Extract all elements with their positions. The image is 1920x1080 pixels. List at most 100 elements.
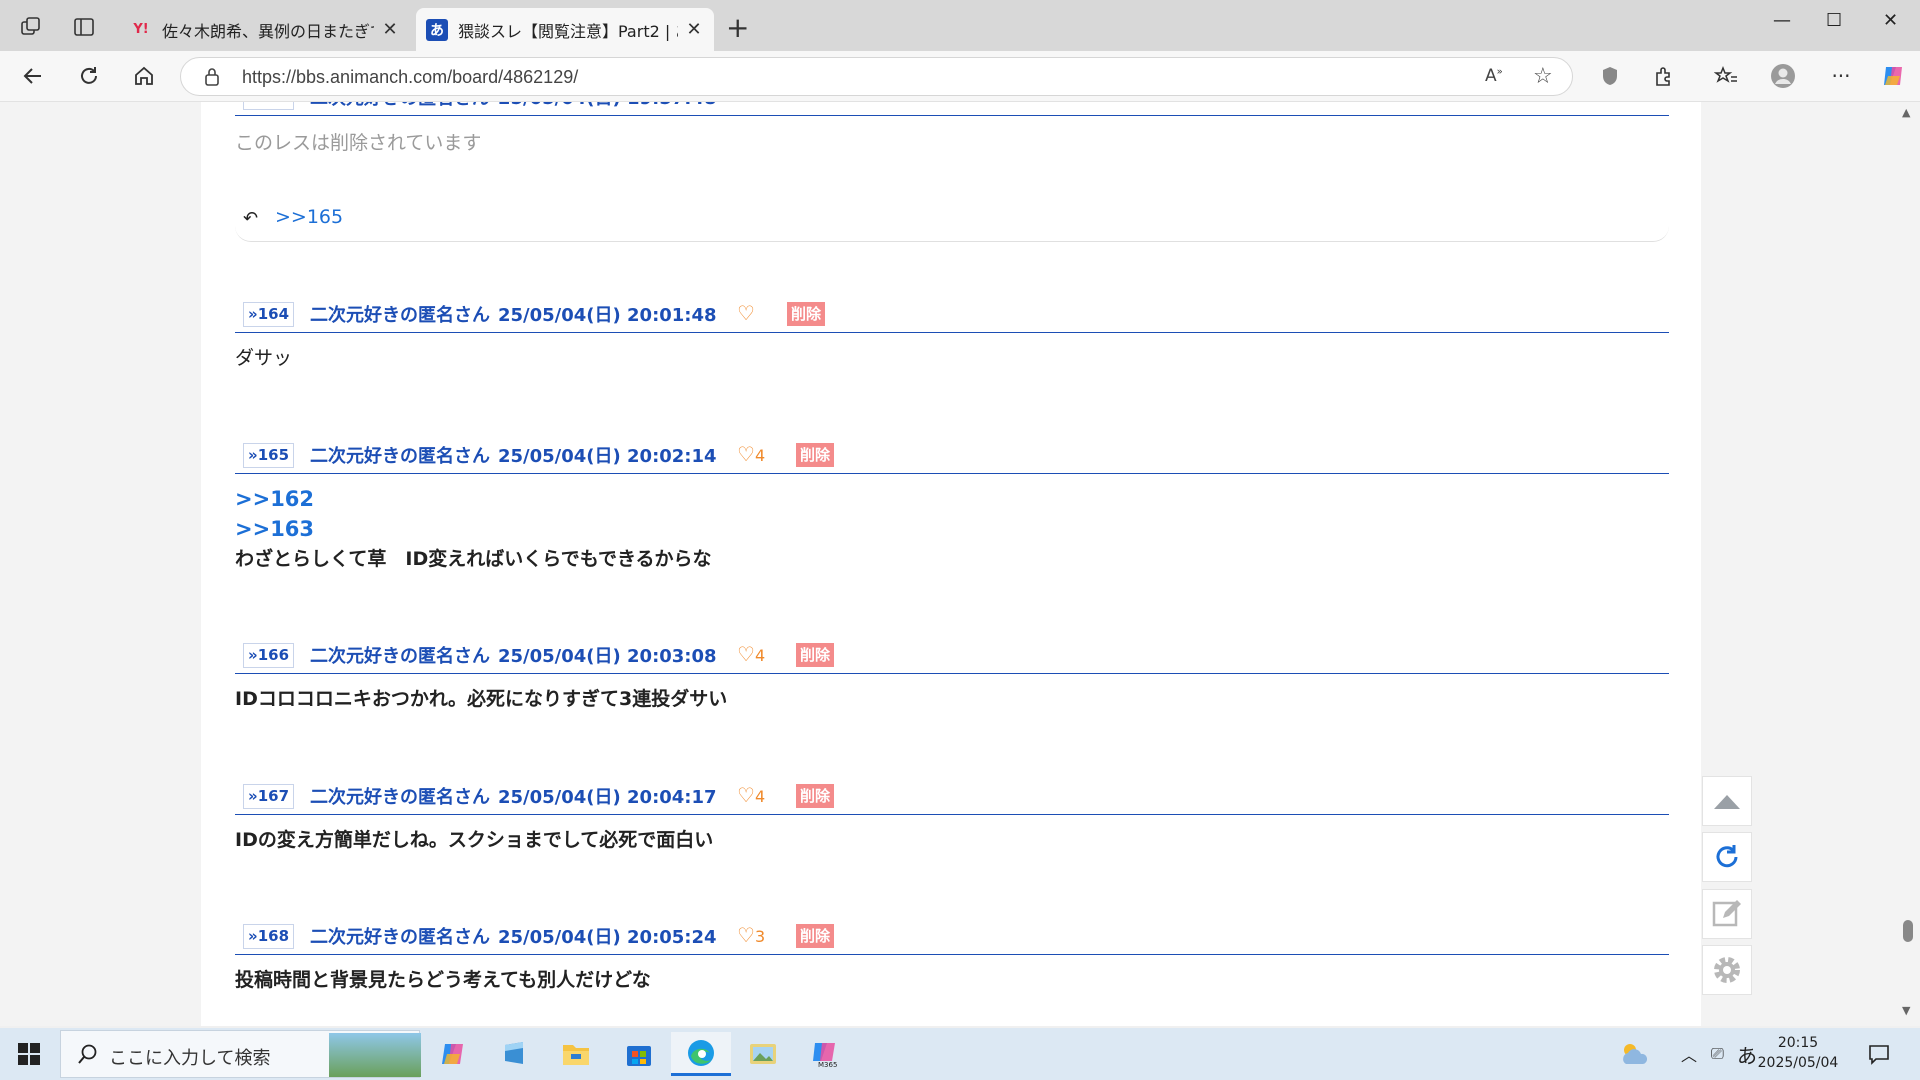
scroll-up-arrow-icon[interactable]: ▲ bbox=[1902, 106, 1910, 119]
delete-button[interactable]: 削除 bbox=[787, 302, 826, 326]
heart-icon: ♡ bbox=[737, 783, 755, 807]
close-tab-icon[interactable]: ✕ bbox=[684, 19, 704, 40]
profile-avatar-icon[interactable] bbox=[1770, 63, 1796, 89]
post-text: IDコロコロニキおつかれ。必死になりすぎて3連投ダサい bbox=[235, 688, 728, 710]
post-text: 投稿時間と背景見たらどう考えても別人だけどな bbox=[235, 969, 651, 991]
settings-button[interactable] bbox=[1702, 945, 1752, 995]
reply-links-box: ↶ >>165 bbox=[235, 200, 1669, 242]
workspaces-icon[interactable] bbox=[20, 16, 42, 38]
poster-name: 二次元好きの匿名さん bbox=[310, 446, 490, 467]
taskbar-search-box[interactable]: ここに入力して検索 bbox=[60, 1030, 421, 1078]
post-header: »167 二次元好きの匿名さん 25/05/04(日) 20:04:17 ♡4 … bbox=[235, 779, 1669, 815]
taskbar-store-icon[interactable] bbox=[609, 1032, 669, 1076]
browser-toolbar: https://bbs.animanch.com/board/4862129/ … bbox=[0, 51, 1920, 102]
vertical-tabs-icon[interactable] bbox=[73, 16, 95, 38]
read-aloud-icon[interactable]: A» bbox=[1485, 66, 1503, 86]
post-datetime: 25/05/04(日) 20:03:08 bbox=[498, 646, 717, 667]
like-count: 4 bbox=[754, 646, 766, 665]
post-number[interactable]: »167 bbox=[243, 784, 295, 809]
heart-icon: ♡ bbox=[737, 642, 755, 666]
shield-extension-icon[interactable] bbox=[1597, 63, 1623, 89]
vertical-scrollbar[interactable]: ▲ ▼ bbox=[1896, 102, 1920, 1026]
lock-icon[interactable] bbox=[203, 67, 221, 91]
like-button[interactable]: ♡ bbox=[737, 301, 755, 325]
like-count: 4 bbox=[754, 787, 766, 806]
like-count: 4 bbox=[754, 446, 766, 465]
refresh-icon[interactable] bbox=[76, 63, 102, 89]
reload-icon bbox=[1716, 845, 1738, 868]
taskbar-edge-icon[interactable] bbox=[671, 1032, 731, 1076]
pen-touch-icon[interactable]: ⎚ bbox=[1711, 1028, 1724, 1080]
maximize-button[interactable]: ☐ bbox=[1826, 10, 1842, 31]
like-button[interactable]: ♡3 bbox=[737, 923, 765, 947]
close-tab-icon[interactable]: ✕ bbox=[380, 19, 400, 40]
like-button[interactable]: ♡4 bbox=[737, 442, 765, 466]
minimize-button[interactable]: — bbox=[1773, 10, 1791, 31]
delete-button[interactable]: 削除 bbox=[796, 784, 835, 808]
more-menu-icon[interactable]: ··· bbox=[1828, 63, 1854, 89]
like-button[interactable]: ♡4 bbox=[737, 642, 765, 666]
yahoo-favicon-icon: Y! bbox=[133, 22, 149, 37]
post-body: このレスは削除されています bbox=[235, 116, 1669, 158]
favorite-star-icon[interactable]: ☆ bbox=[1533, 64, 1553, 89]
search-icon bbox=[77, 1043, 99, 1069]
copilot-icon[interactable] bbox=[1880, 63, 1906, 89]
taskbar-m365-icon[interactable]: M365 bbox=[795, 1032, 855, 1076]
anchor-link[interactable]: >>163 bbox=[235, 514, 1669, 544]
delete-button[interactable]: 削除 bbox=[796, 443, 835, 467]
search-placeholder: ここに入力して検索 bbox=[109, 1048, 271, 1069]
heart-icon: ♡ bbox=[737, 923, 755, 947]
notification-icon[interactable] bbox=[1868, 1028, 1890, 1080]
post-163: »163 二次元好きの匿名さん 25/05/04(日) 19:57:48 このレ… bbox=[235, 102, 1669, 158]
pencil-edit-icon bbox=[1712, 900, 1741, 927]
taskbar-clock[interactable]: 20:15 2025/05/04 bbox=[1752, 1033, 1844, 1073]
tab-animanch-thread[interactable]: あ 猥談スレ【閲覧注意】Part2 | あにまん ✕ bbox=[416, 8, 714, 51]
post-167: »167 二次元好きの匿名さん 25/05/04(日) 20:04:17 ♡4 … bbox=[235, 779, 1669, 855]
back-arrow-icon[interactable] bbox=[20, 63, 46, 89]
post-body: IDの変え方簡単だしね。スクショまでして必死で面白い bbox=[235, 815, 1669, 855]
scrollbar-thumb[interactable] bbox=[1903, 920, 1913, 942]
taskbar-photos-icon[interactable] bbox=[733, 1032, 793, 1076]
tab-yahoo-news[interactable]: Y! 佐々木朗希、異例の日またぎでメジャ ✕ bbox=[120, 8, 410, 51]
post-165: »165 二次元好きの匿名さん 25/05/04(日) 20:02:14 ♡4 … bbox=[235, 438, 1669, 574]
taskbar-windows-app-icon[interactable] bbox=[484, 1032, 544, 1076]
heart-icon: ♡ bbox=[737, 301, 755, 325]
scroll-down-arrow-icon[interactable]: ▼ bbox=[1902, 1004, 1910, 1017]
tab-strip: Y! 佐々木朗希、異例の日またぎでメジャ ✕ あ 猥談スレ【閲覧注意】Part2… bbox=[0, 0, 1920, 51]
scroll-top-button[interactable] bbox=[1702, 776, 1752, 826]
tray-overflow-chevron-icon[interactable]: ︿ bbox=[1681, 1028, 1697, 1080]
post-datetime: 25/05/04(日) 20:05:24 bbox=[498, 927, 717, 948]
post-text: IDの変え方簡単だしね。スクショまでして必死で面白い bbox=[235, 829, 714, 851]
new-tab-button[interactable]: + bbox=[726, 14, 749, 42]
delete-button[interactable]: 削除 bbox=[796, 924, 835, 948]
poster-name: 二次元好きの匿名さん bbox=[310, 787, 490, 808]
extensions-puzzle-icon[interactable] bbox=[1651, 63, 1677, 89]
favorites-collection-icon[interactable] bbox=[1713, 63, 1739, 89]
caret-up-icon bbox=[1714, 795, 1740, 809]
post-number[interactable]: »168 bbox=[243, 924, 295, 949]
like-button[interactable]: ♡4 bbox=[737, 783, 765, 807]
poster-name: 二次元好きの匿名さん bbox=[310, 102, 490, 110]
post-number[interactable]: »164 bbox=[243, 302, 295, 327]
post-body: ダサッ bbox=[235, 333, 1669, 373]
delete-button[interactable]: 削除 bbox=[796, 643, 835, 667]
post-number[interactable]: »163 bbox=[243, 102, 295, 110]
post-number[interactable]: »166 bbox=[243, 643, 295, 668]
svg-text:M365: M365 bbox=[818, 1061, 837, 1069]
reload-posts-button[interactable] bbox=[1702, 832, 1752, 882]
taskbar-file-explorer-icon[interactable] bbox=[546, 1032, 606, 1076]
windows-start-icon[interactable] bbox=[18, 1043, 40, 1069]
tab-title: 佐々木朗希、異例の日またぎでメジャ bbox=[162, 21, 374, 41]
animanch-favicon-icon: あ bbox=[426, 18, 448, 41]
write-post-button[interactable] bbox=[1702, 889, 1752, 939]
anchor-link[interactable]: >>162 bbox=[235, 484, 1669, 514]
taskbar-copilot-icon[interactable] bbox=[423, 1032, 483, 1076]
address-bar[interactable]: https://bbs.animanch.com/board/4862129/ … bbox=[180, 57, 1573, 96]
reply-link[interactable]: >>165 bbox=[275, 206, 343, 228]
close-window-button[interactable]: ✕ bbox=[1883, 10, 1898, 31]
post-number[interactable]: »165 bbox=[243, 443, 295, 468]
thread-content: »163 二次元好きの匿名さん 25/05/04(日) 19:57:48 このレ… bbox=[201, 102, 1701, 1026]
weather-icon[interactable] bbox=[1618, 1028, 1650, 1080]
home-icon[interactable] bbox=[131, 63, 157, 89]
poster-name: 二次元好きの匿名さん bbox=[310, 646, 490, 667]
